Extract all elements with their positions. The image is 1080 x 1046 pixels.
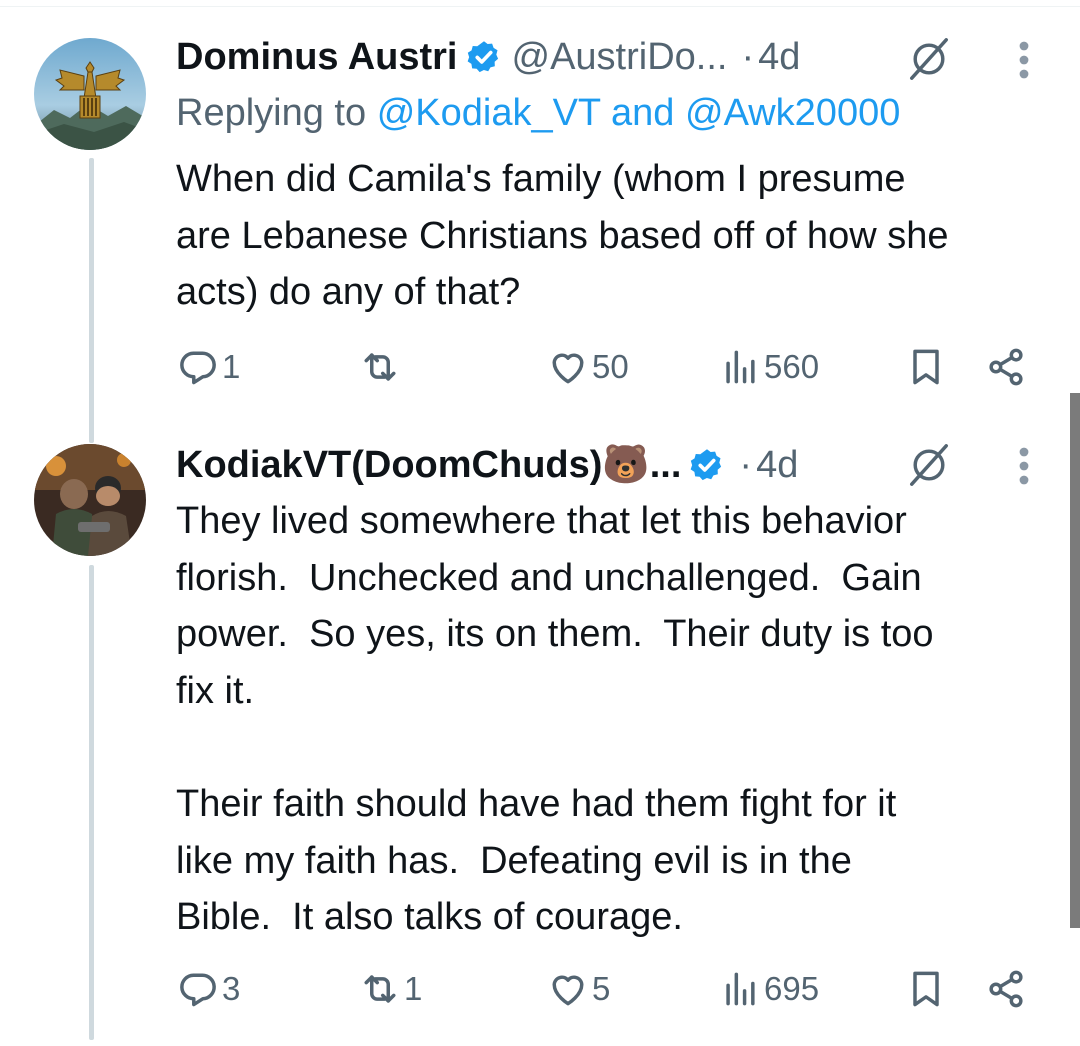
dot-separator: · bbox=[741, 35, 755, 78]
share-icon bbox=[989, 348, 1023, 386]
display-name[interactable]: Dominus Austri bbox=[176, 36, 458, 79]
timestamp[interactable]: 4d bbox=[758, 36, 800, 79]
character-art-avatar-image bbox=[34, 444, 146, 556]
repost-button[interactable] bbox=[358, 345, 404, 389]
analytics-icon bbox=[726, 972, 755, 1006]
analytics-icon bbox=[726, 350, 755, 384]
share-button[interactable] bbox=[984, 345, 1028, 389]
share-button[interactable] bbox=[984, 967, 1028, 1011]
avatar[interactable] bbox=[34, 38, 146, 150]
timestamp[interactable]: 4d bbox=[756, 444, 798, 487]
views-button[interactable]: 695 bbox=[718, 967, 819, 1011]
like-count: 5 bbox=[592, 970, 611, 1007]
grok-icon[interactable] bbox=[906, 442, 952, 488]
reply-button[interactable]: 1 bbox=[176, 345, 240, 389]
tweet-header: Dominus Austri @AustriDo... · 4d bbox=[176, 32, 800, 82]
reply-icon bbox=[180, 973, 216, 1007]
view-count: 560 bbox=[764, 348, 820, 385]
more-options-icon[interactable] bbox=[1018, 446, 1030, 486]
user-handle[interactable]: @AustriDo... bbox=[512, 36, 728, 79]
divider bbox=[0, 6, 1080, 7]
verified-badge-icon[interactable] bbox=[466, 39, 502, 75]
reply-button[interactable]: 3 bbox=[176, 967, 240, 1011]
repost-icon bbox=[364, 975, 396, 1003]
mention-link[interactable]: @Awk20000 bbox=[685, 92, 900, 134]
display-name[interactable]: KodiakVT(DoomChuds)🐻... bbox=[176, 443, 681, 487]
tweet-actions: 3 1 5 695 bbox=[0, 967, 1080, 1011]
replying-to: Replying to @Kodiak_VT and @Awk20000 bbox=[176, 92, 900, 135]
share-icon bbox=[989, 970, 1023, 1008]
reply-count: 3 bbox=[222, 970, 241, 1007]
verified-badge-icon[interactable] bbox=[689, 447, 725, 483]
reply-icon bbox=[180, 351, 216, 385]
repost-icon bbox=[364, 353, 396, 381]
more-options-icon[interactable] bbox=[1018, 40, 1030, 80]
views-button[interactable]: 560 bbox=[718, 345, 819, 389]
reply-count: 1 bbox=[222, 348, 241, 385]
grok-icon[interactable] bbox=[906, 36, 952, 82]
bookmark-icon bbox=[913, 349, 939, 385]
scrollbar[interactable] bbox=[1070, 393, 1080, 928]
replying-to-label: Replying to bbox=[176, 92, 367, 134]
thread-line bbox=[89, 158, 94, 443]
like-button[interactable]: 5 bbox=[546, 967, 610, 1011]
replying-to-conjunction: and bbox=[611, 92, 675, 134]
dot-separator: · bbox=[739, 443, 753, 486]
view-count: 695 bbox=[764, 970, 820, 1007]
heart-icon bbox=[552, 353, 584, 384]
repost-count: 1 bbox=[404, 970, 423, 1007]
tweet-header: KodiakVT(DoomChuds)🐻... · 4d bbox=[176, 440, 798, 490]
eagle-emblem-avatar-image bbox=[34, 38, 146, 150]
avatar[interactable] bbox=[34, 444, 146, 556]
like-count: 50 bbox=[592, 348, 629, 385]
repost-button[interactable]: 1 bbox=[358, 967, 422, 1011]
bookmark-button[interactable] bbox=[904, 967, 948, 1011]
tweet-text: When did Camila's family (whom I presume… bbox=[176, 158, 949, 314]
mention-link[interactable]: @Kodiak_VT bbox=[377, 92, 601, 134]
thread-view: Dominus Austri @AustriDo... · 4d Replyin… bbox=[0, 0, 1080, 1046]
tweet-actions: 1 50 560 bbox=[0, 345, 1080, 389]
bookmark-button[interactable] bbox=[904, 345, 948, 389]
like-button[interactable]: 50 bbox=[546, 345, 629, 389]
tweet-text: They lived somewhere that let this behav… bbox=[176, 500, 934, 939]
heart-icon bbox=[552, 975, 584, 1006]
bookmark-icon bbox=[913, 971, 939, 1007]
